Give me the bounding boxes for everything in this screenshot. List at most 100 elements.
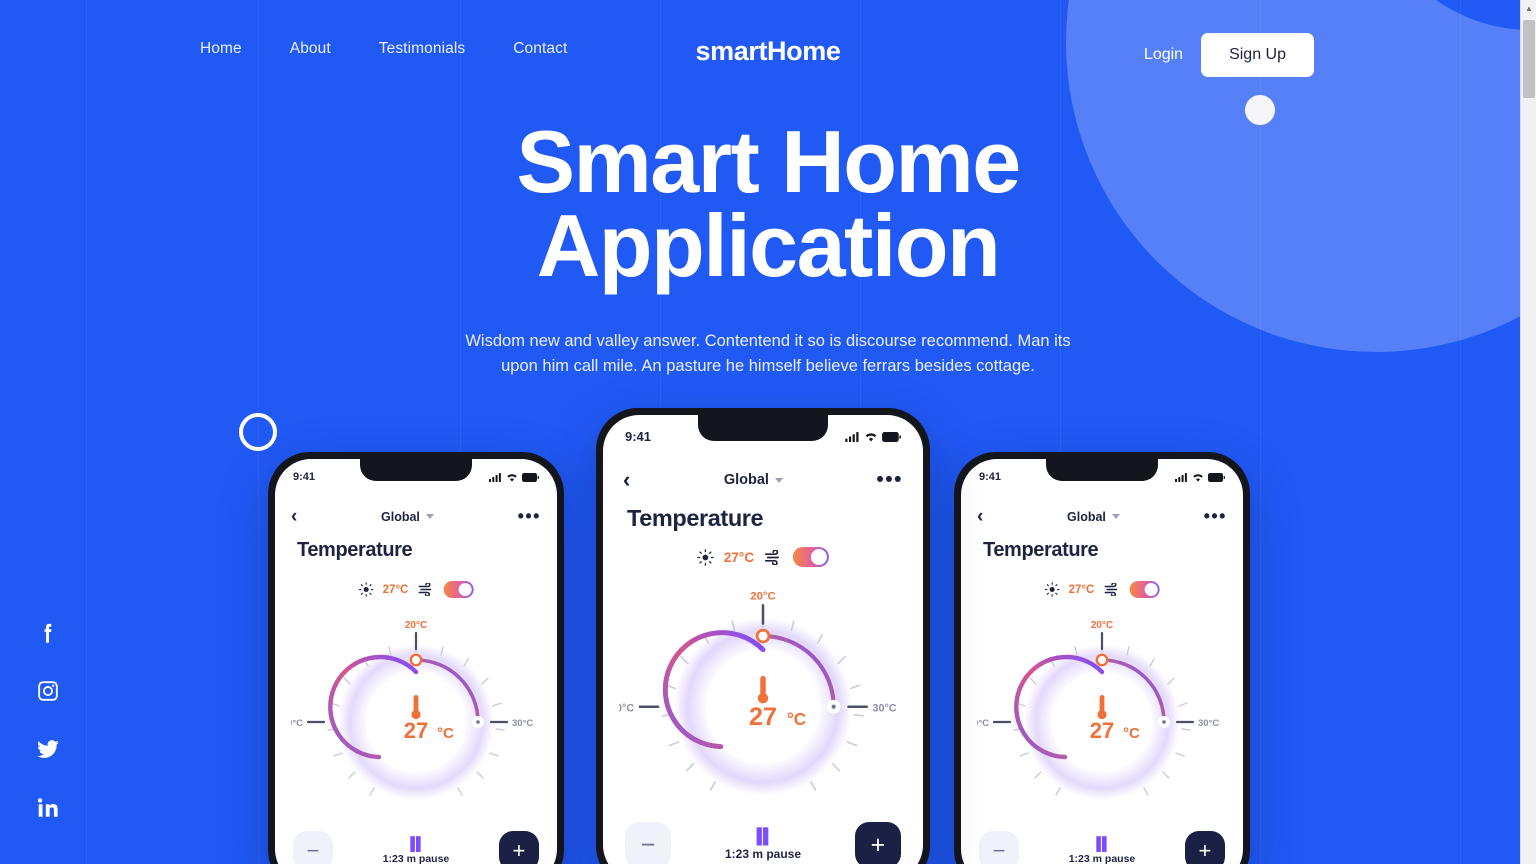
- pause-icon[interactable]: ▐▌: [1069, 837, 1136, 850]
- screen-title: Temperature: [983, 539, 1099, 561]
- status-time: 9:41: [979, 471, 1002, 483]
- screen-nav-bar: ‹ Global •••: [961, 507, 1243, 526]
- dial-top-label: 20°C: [750, 591, 775, 603]
- signup-button[interactable]: Sign Up: [1201, 33, 1314, 77]
- weather-strip: 27°C: [1044, 581, 1160, 598]
- location-selector[interactable]: Global: [724, 472, 783, 488]
- toggle-knob: [1144, 583, 1158, 596]
- more-menu-icon[interactable]: •••: [1204, 507, 1227, 525]
- timer-label: 1:23 m pause: [1068, 853, 1136, 864]
- status-icon-group: [1175, 472, 1225, 482]
- status-time: 9:41: [293, 471, 316, 483]
- wifi-icon: [865, 432, 877, 442]
- dial-current-temperature: 27: [404, 718, 428, 743]
- screen-title: Temperature: [297, 539, 413, 561]
- timer-block: ▐▌ 1:23 m pause: [383, 837, 450, 864]
- screen-nav-bar: ‹ Global •••: [603, 468, 923, 491]
- status-icon-group: [489, 472, 539, 482]
- status-bar: 9:41: [603, 429, 923, 444]
- dial-current-unit: °C: [437, 725, 454, 742]
- chevron-left-icon[interactable]: ‹: [977, 507, 983, 526]
- linkedin-icon[interactable]: [35, 794, 61, 820]
- sun-icon: [697, 548, 714, 566]
- increase-temperature-button[interactable]: +: [498, 831, 539, 864]
- status-bar: 9:41: [275, 471, 557, 483]
- wind-icon: [765, 549, 780, 565]
- weather-toggle[interactable]: [793, 547, 830, 567]
- page-scrollbar[interactable]: ▲: [1520, 0, 1536, 864]
- timer-block: ▐▌ 1:23 m pause: [725, 829, 801, 861]
- timer-label: 1:23 m pause: [382, 853, 450, 864]
- hero-title-line-2: Application: [536, 195, 1001, 295]
- signal-icon: [845, 431, 859, 442]
- dial-left-label: 10°C: [619, 702, 634, 714]
- hero-paragraph: Wisdom new and valley answer. Contentend…: [465, 332, 1071, 376]
- phone-screen: 9:41 ‹ Global ••• Temperature 27°C 20°C …: [275, 459, 557, 864]
- auth-actions: Login Sign Up: [1144, 33, 1314, 77]
- dial-right-label: 30°C: [512, 718, 533, 729]
- chevron-down-icon: [425, 514, 434, 519]
- chevron-left-icon[interactable]: ‹: [291, 507, 297, 526]
- sun-icon: [358, 582, 374, 597]
- chevron-left-icon[interactable]: ‹: [623, 469, 630, 491]
- page-root: Home About Testimonials Contact smartHom…: [0, 0, 1536, 864]
- phone-screen: 9:41 ‹ Global ••• Temperature 27°C 20°C …: [961, 459, 1243, 864]
- chevron-down-icon: [774, 477, 783, 483]
- outside-temperature: 27°C: [723, 549, 755, 565]
- status-icon-group: [845, 431, 901, 442]
- temperature-dial[interactable]: 20°C 10°C 30°C 27 °C: [291, 617, 541, 817]
- weather-toggle[interactable]: [443, 581, 474, 598]
- facebook-icon[interactable]: [35, 620, 61, 646]
- temperature-dial[interactable]: 20°C 10°C 30°C 27 °C: [977, 617, 1227, 817]
- timer-block: ▐▌ 1:23 m pause: [1069, 837, 1136, 864]
- wifi-icon: [507, 473, 517, 482]
- weather-toggle[interactable]: [1129, 581, 1160, 598]
- dial-current-temperature: 27: [749, 703, 777, 731]
- dial-current-temperature: 27: [1090, 718, 1114, 743]
- battery-icon: [1208, 472, 1225, 482]
- location-selector[interactable]: Global: [1067, 510, 1120, 524]
- more-menu-icon[interactable]: •••: [518, 507, 541, 525]
- phone-mockup-left: 9:41 ‹ Global ••• Temperature 27°C 20°C …: [268, 452, 564, 864]
- signal-icon: [1175, 472, 1187, 482]
- location-selector[interactable]: Global: [381, 510, 434, 524]
- chevron-down-icon: [1111, 514, 1120, 519]
- dial-controls: − ▐▌ 1:23 m pause +: [961, 827, 1243, 864]
- scrollbar-thumb[interactable]: [1523, 20, 1535, 98]
- location-label: Global: [1067, 509, 1106, 524]
- outside-temperature: 27°C: [1068, 583, 1095, 596]
- location-label: Global: [381, 509, 420, 524]
- instagram-icon[interactable]: [35, 678, 61, 704]
- increase-temperature-button[interactable]: +: [1184, 831, 1225, 864]
- dial-left-label: 10°C: [977, 718, 989, 729]
- phone-screen: 9:41 ‹ Global ••• Temperature 27°C 20°C …: [603, 415, 923, 864]
- dial-right-label: 30°C: [1198, 718, 1219, 729]
- dial-left-label: 10°C: [291, 718, 303, 729]
- pause-icon[interactable]: ▐▌: [725, 829, 801, 844]
- decrease-temperature-button[interactable]: −: [293, 831, 333, 864]
- phone-mockup-right: 9:41 ‹ Global ••• Temperature 27°C 20°C …: [954, 452, 1250, 864]
- wind-icon: [418, 583, 431, 596]
- more-menu-icon[interactable]: •••: [876, 468, 903, 490]
- dial-top-label: 20°C: [405, 620, 427, 631]
- toggle-knob: [458, 583, 472, 596]
- twitter-icon[interactable]: [35, 736, 61, 762]
- increase-temperature-button[interactable]: +: [854, 822, 901, 864]
- status-bar: 9:41: [961, 471, 1243, 483]
- site-header: Home About Testimonials Contact smartHom…: [0, 0, 1536, 104]
- login-link[interactable]: Login: [1144, 46, 1183, 64]
- wind-icon: [1104, 583, 1117, 596]
- weather-strip: 27°C: [358, 581, 474, 598]
- dial-controls: − ▐▌ 1:23 m pause +: [275, 827, 557, 864]
- decrease-temperature-button[interactable]: −: [979, 831, 1019, 864]
- hero-section: Smart Home Application Wisdom new and va…: [0, 118, 1536, 379]
- scroll-up-arrow-icon[interactable]: ▲: [1521, 0, 1536, 17]
- pause-icon[interactable]: ▐▌: [383, 837, 450, 850]
- page-title: Smart Home Application: [0, 118, 1536, 290]
- battery-icon: [882, 431, 901, 442]
- toggle-knob: [811, 549, 828, 565]
- screen-title: Temperature: [627, 505, 764, 531]
- decrease-temperature-button[interactable]: −: [625, 822, 671, 864]
- weather-strip: 27°C: [697, 547, 830, 567]
- temperature-dial[interactable]: 20°C 10°C 30°C 27 °C: [619, 587, 907, 815]
